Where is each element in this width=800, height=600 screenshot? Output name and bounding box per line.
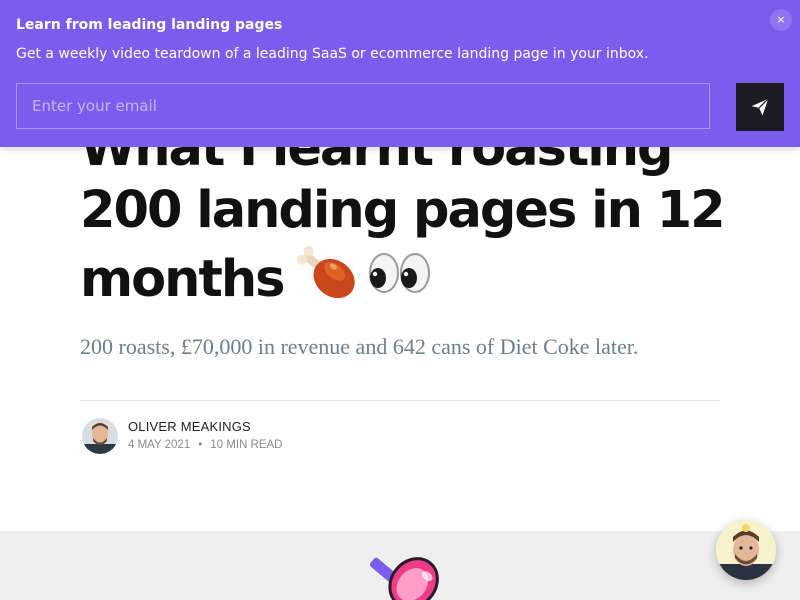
article-subtitle: 200 roasts, £70,000 in revenue and 642 c… <box>80 334 639 359</box>
author-avatar[interactable] <box>82 418 118 454</box>
newsletter-banner: Learn from leading landing pages Get a w… <box>0 0 800 147</box>
drumstick-icon <box>292 242 362 319</box>
author-name[interactable]: OLIVER MEAKINGS <box>128 419 251 434</box>
submit-button[interactable] <box>736 83 784 131</box>
eyes-icon <box>368 248 432 313</box>
page-title: What I learnt roasting 200 landing pages… <box>80 118 740 319</box>
publish-date: 4 MAY 2021 <box>128 439 191 451</box>
read-time: 10 MIN READ <box>210 439 283 451</box>
chat-widget-avatar[interactable] <box>716 520 776 580</box>
paper-plane-icon <box>751 98 769 116</box>
banner-description: Get a weekly video teardown of a leading… <box>16 46 649 62</box>
email-input[interactable] <box>16 83 710 129</box>
close-icon[interactable]: × <box>770 9 792 31</box>
meta-separator: • <box>198 439 203 451</box>
divider <box>80 400 720 401</box>
drumstick-illustration <box>369 557 439 600</box>
article-meta: 4 MAY 2021 • 10 MIN READ <box>128 439 282 451</box>
banner-title: Learn from leading landing pages <box>16 17 283 33</box>
feature-image <box>0 531 800 600</box>
